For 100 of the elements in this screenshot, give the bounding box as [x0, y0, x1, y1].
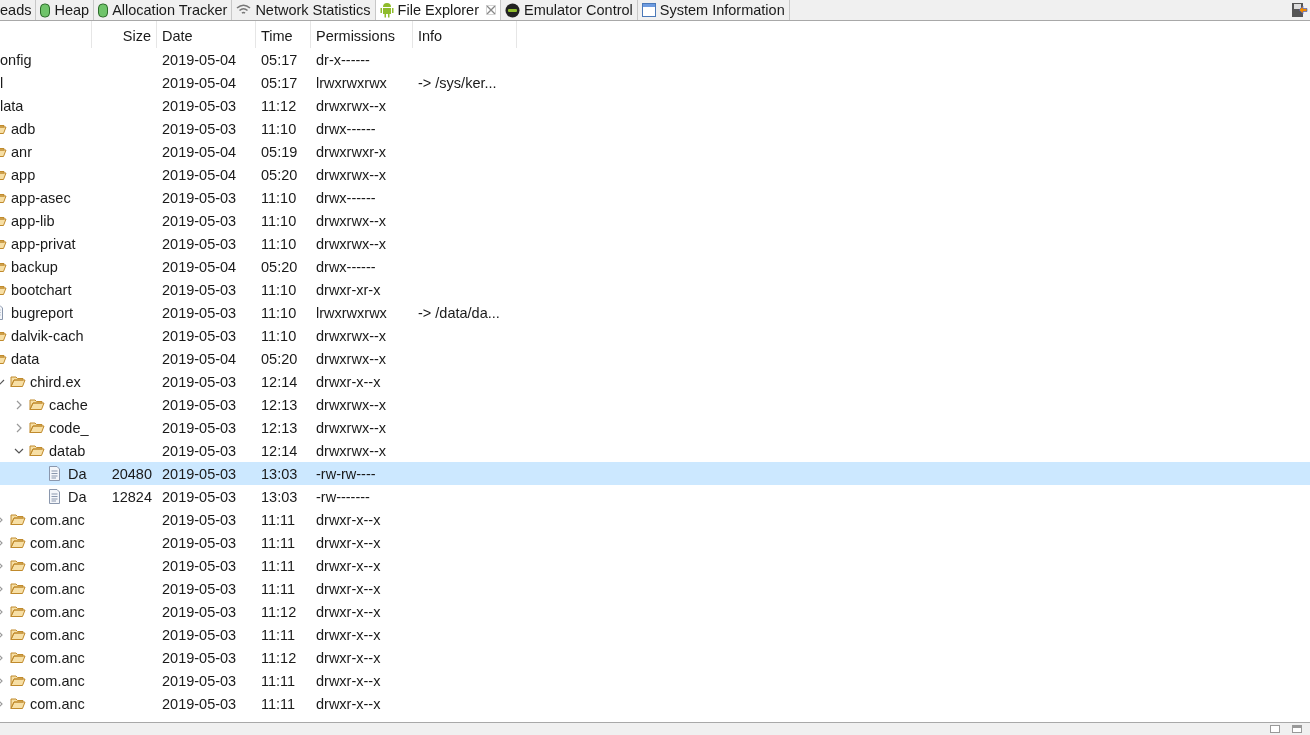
table-cell: 05:17: [261, 51, 298, 68]
file-name: com.anc: [30, 695, 85, 712]
table-cell: 2019-05-04: [162, 143, 237, 160]
cylinder-icon: [40, 2, 51, 18]
file-name: Da: [68, 465, 87, 482]
selected-row[interactable]: Da 20480 2019-05-03 13:03 -rw-rw----: [0, 462, 1310, 485]
maximize-icon[interactable]: [1292, 725, 1302, 733]
table-cell: 2019-05-03: [162, 603, 237, 620]
file-name: com.anc: [30, 626, 85, 643]
table-cell: -rw-rw----: [316, 465, 376, 482]
table-cell: drwxr-x--x: [316, 603, 381, 620]
file-name: cache: [49, 396, 88, 413]
table-cell: 11:11: [261, 534, 296, 551]
file-name: dalvik-cach: [11, 327, 84, 344]
table-cell: 2019-05-03: [162, 304, 237, 321]
table-cell: 20480: [111, 465, 152, 482]
file-name: app: [11, 166, 36, 183]
save-icon[interactable]: [1291, 2, 1308, 18]
table-cell: -> /sys/ker...: [418, 74, 497, 91]
table-cell: 11:11: [261, 557, 296, 574]
folder-icon: [10, 582, 26, 595]
table-cell: drwxrwx--x: [316, 235, 387, 252]
table-cell: 11:12: [261, 649, 297, 666]
table-cell: lrwxrwxrwx: [316, 74, 387, 91]
table-cell: drwxrwx--x: [316, 396, 387, 413]
file-name: lata: [0, 97, 24, 114]
file-name: bugreport: [11, 304, 74, 321]
table-cell: drwxr-x--x: [316, 373, 381, 390]
file-name: com.anc: [30, 649, 85, 666]
table-cell: -> /data/da...: [418, 304, 500, 321]
table-cell: drwxr-x--x: [316, 626, 381, 643]
file-name: adb: [11, 120, 36, 137]
table-cell: drwxrwx--x: [316, 97, 387, 114]
file-name: anr: [11, 143, 32, 160]
table-cell: 05:20: [261, 166, 298, 183]
view-tab[interactable]: eads: [0, 0, 37, 20]
table-cell: 2019-05-04: [162, 258, 237, 275]
column-header[interactable]: Permissions: [311, 21, 413, 48]
table-cell: 2019-05-03: [162, 442, 237, 459]
table-cell: 11:10: [261, 327, 297, 344]
minimize-icon[interactable]: [1270, 725, 1280, 733]
table-cell: 2019-05-04: [162, 51, 237, 68]
table-cell: drwxr-x--x: [316, 672, 381, 689]
column-header[interactable]: Info: [413, 21, 517, 48]
file-name: data: [11, 350, 40, 367]
table-cell: drwxr-x--x: [316, 534, 381, 551]
table-cell: drwxr-x--x: [316, 580, 381, 597]
table-cell: 11:11: [261, 672, 296, 689]
collapsed-chevron-icon[interactable]: [14, 399, 24, 410]
file-name: bootchart: [11, 281, 72, 298]
file-name: com.anc: [30, 580, 85, 597]
table-cell: 13:03: [261, 465, 298, 482]
column-header[interactable]: Size: [92, 21, 157, 48]
table-cell: 2019-05-03: [162, 281, 237, 298]
view-tab[interactable]: File Explorer: [375, 0, 501, 20]
table-cell: 2019-05-03: [162, 235, 237, 252]
file-name: app-lib: [11, 212, 55, 229]
table-cell: drwxr-x--x: [316, 511, 381, 528]
table-cell: 2019-05-03: [162, 373, 237, 390]
table-cell: 11:10: [261, 281, 297, 298]
table-cell: 12:14: [261, 373, 298, 390]
table-cell: 2019-05-04: [162, 74, 237, 91]
folder-icon: [10, 651, 26, 664]
table-cell: 2019-05-03: [162, 580, 237, 597]
table-cell: drwx------: [316, 189, 376, 206]
table-cell: drwxr-x--x: [316, 695, 381, 712]
file-name: backup: [11, 258, 58, 275]
round-device-icon: [505, 2, 520, 18]
column-header[interactable]: Time: [256, 21, 311, 48]
file-name: chird.ex: [30, 373, 81, 390]
table-cell: drwx------: [316, 258, 376, 275]
table-cell: dr-x------: [316, 51, 370, 68]
table-cell: drwxrwx--x: [316, 327, 387, 344]
table-cell: 13:03: [261, 488, 298, 505]
file-name: l: [0, 74, 4, 91]
table-cell: drwxr-x--x: [316, 557, 381, 574]
file-name: datab: [49, 442, 86, 459]
table-cell: 12824: [111, 488, 152, 505]
wifi-icon: [236, 4, 252, 16]
folder-icon: [29, 421, 45, 434]
file-name: Da: [68, 488, 87, 505]
table-cell: -rw-------: [316, 488, 370, 505]
android-icon: [379, 2, 394, 18]
table-cell: drwxrwx--x: [316, 350, 387, 367]
table-cell: 2019-05-03: [162, 695, 237, 712]
table-cell: 11:11: [261, 511, 296, 528]
close-icon[interactable]: [486, 5, 496, 15]
table-cell: drwxrwx--x: [316, 212, 387, 229]
column-header[interactable]: Date: [157, 21, 256, 48]
table-cell: drwxr-xr-x: [316, 281, 381, 298]
table-cell: 2019-05-03: [162, 189, 237, 206]
collapsed-chevron-icon[interactable]: [14, 422, 24, 433]
folder-icon: [10, 513, 26, 526]
file-name: onfig: [0, 51, 32, 68]
folder-icon: [10, 697, 26, 710]
file-name: com.anc: [30, 557, 85, 574]
table-cell: 2019-05-03: [162, 212, 237, 229]
table-cell: 05:20: [261, 350, 298, 367]
table-cell: 05:19: [261, 143, 298, 160]
table-cell: 11:10: [261, 304, 297, 321]
